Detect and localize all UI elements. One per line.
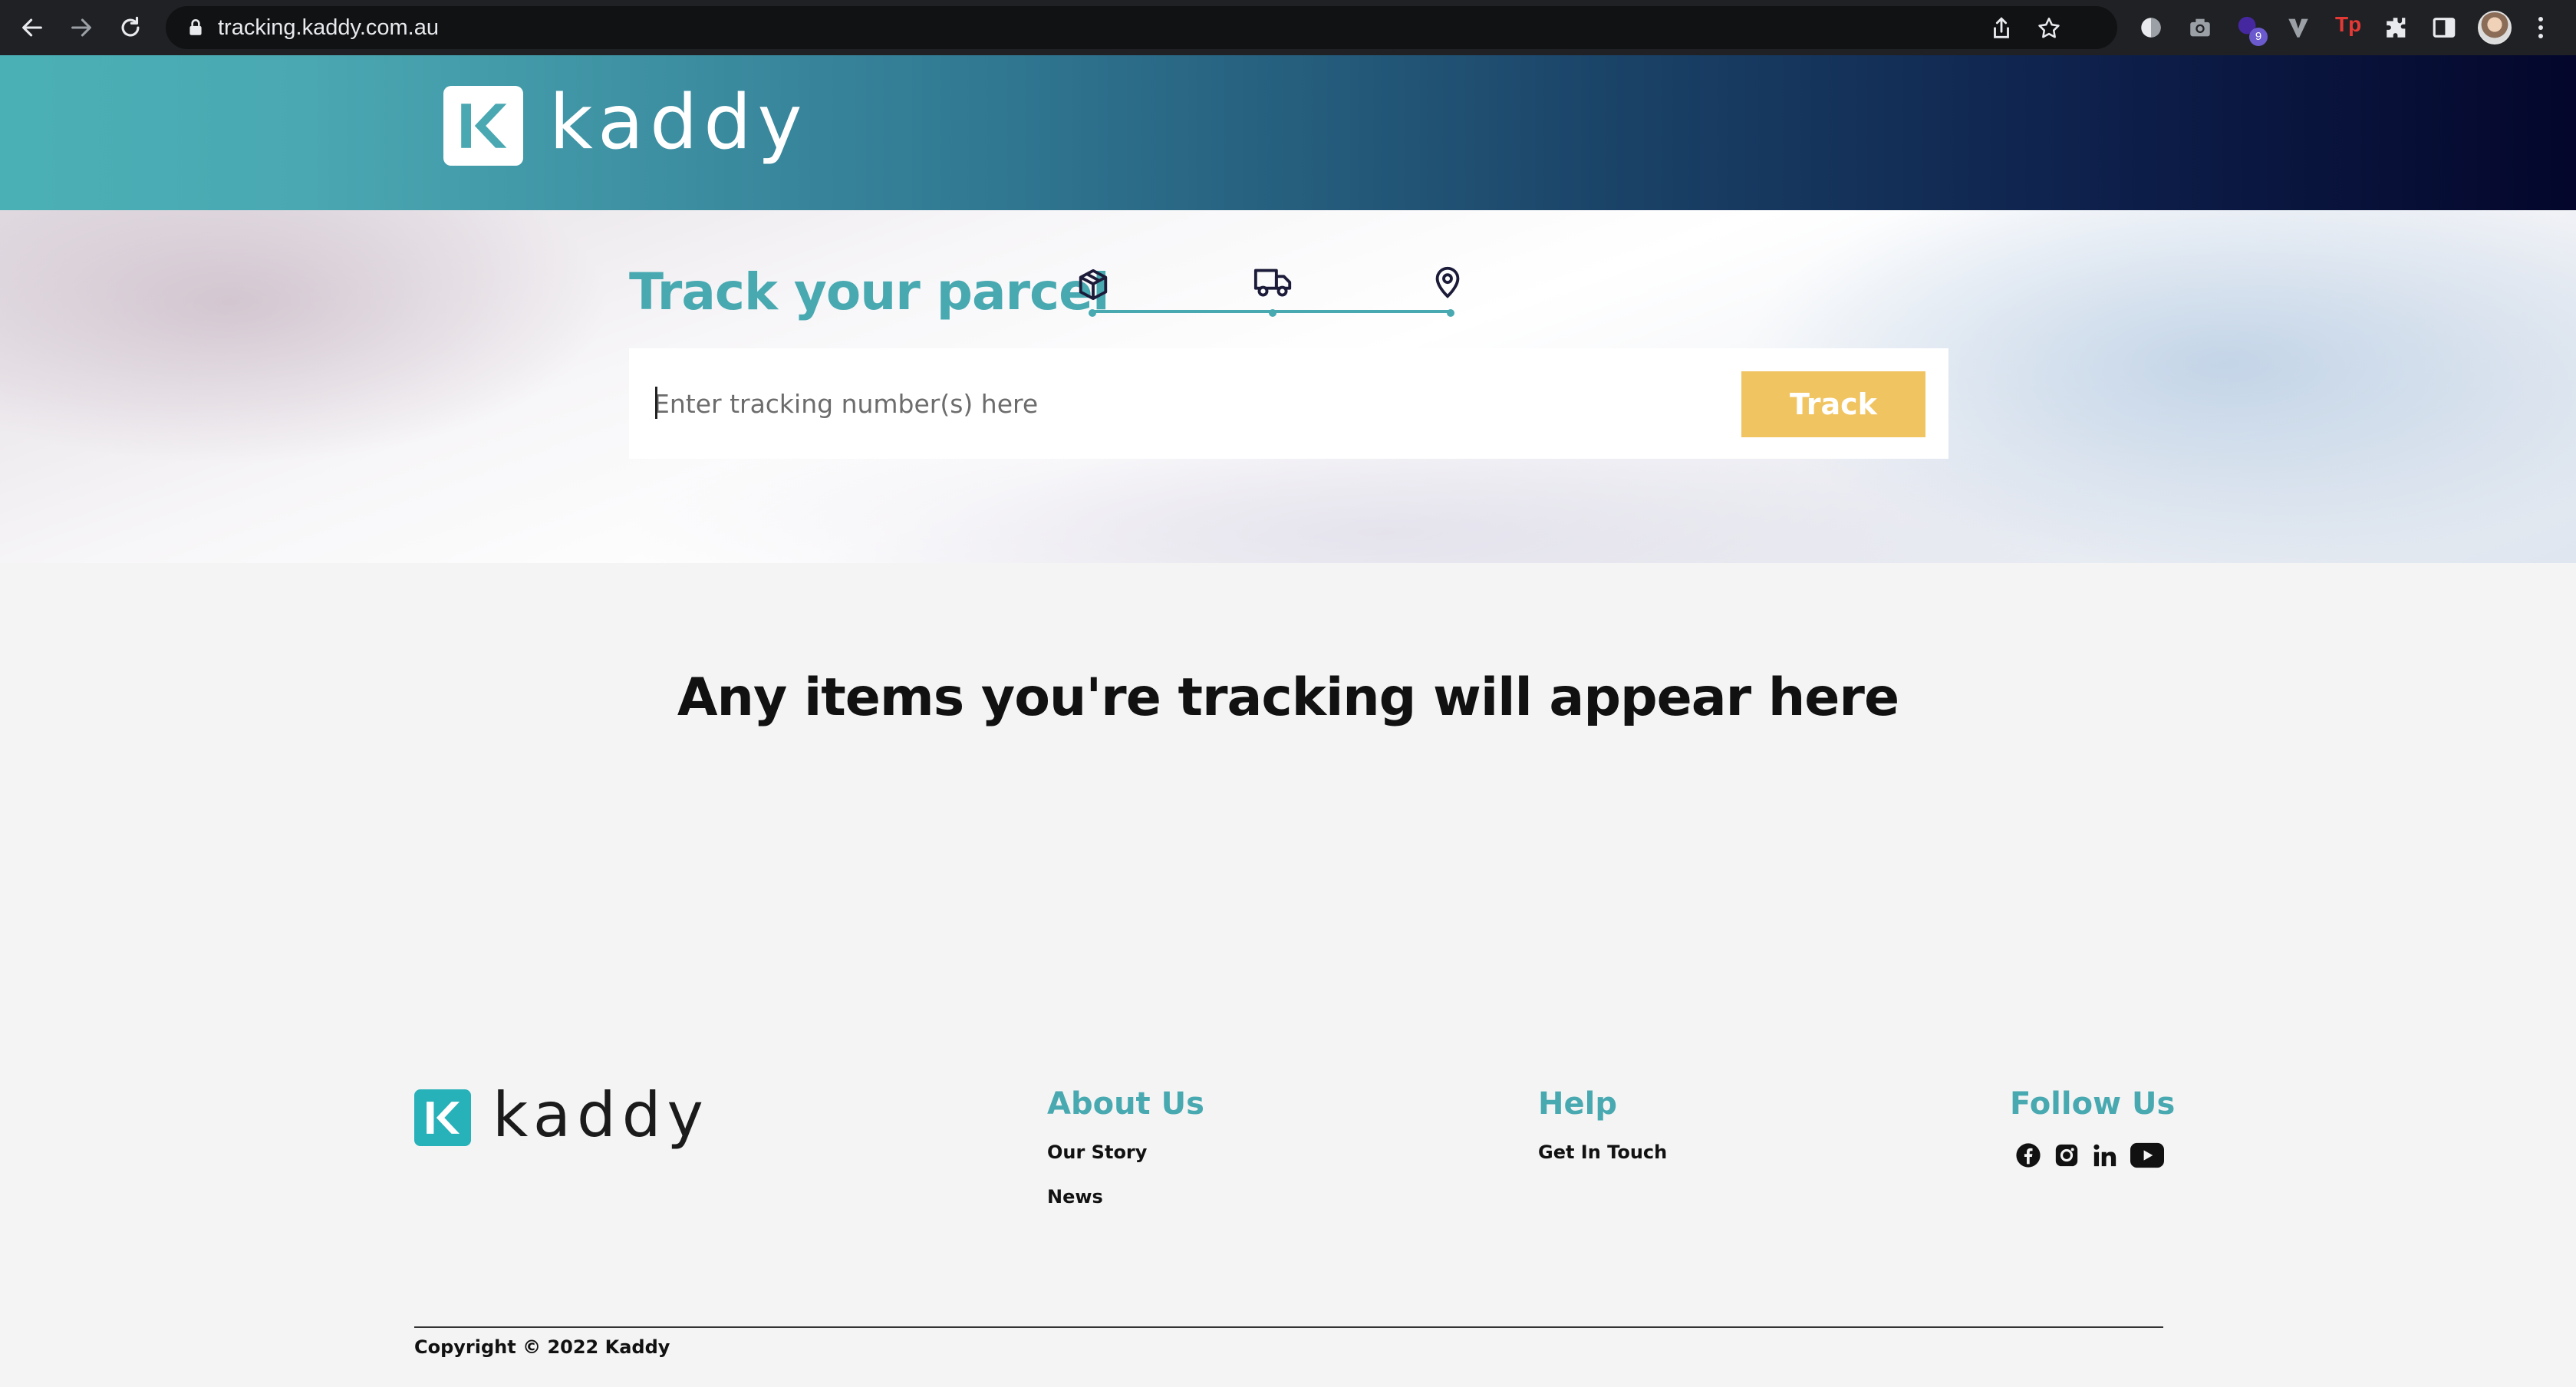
linkedin-icon[interactable]	[2091, 1142, 2119, 1169]
footer-help-heading: Help	[1538, 1086, 1617, 1122]
lock-icon[interactable]	[186, 18, 206, 38]
extension-tp-icon[interactable]: Tp	[2335, 12, 2361, 37]
copyright-text: Copyright © 2022 Kaddy	[414, 1336, 670, 1358]
progress-dot	[1447, 309, 1454, 317]
browser-menu-button[interactable]	[2532, 11, 2550, 44]
camera-icon[interactable]	[2186, 14, 2214, 41]
location-pin-icon	[1430, 264, 1465, 299]
footer-brand-text: kaddy	[492, 1079, 710, 1151]
footer-about-heading: About Us	[1047, 1086, 1204, 1122]
browser-toolbar: tracking.kaddy.com.au 9 Tp	[0, 0, 2576, 55]
social-links	[2014, 1142, 2175, 1169]
empty-tracking-message: Any items you're tracking will appear he…	[677, 667, 1899, 728]
footer-logo[interactable]: kaddy	[414, 1085, 710, 1146]
kaddy-logo-mark-icon	[443, 86, 523, 166]
text-caret	[655, 387, 657, 419]
package-icon	[1076, 267, 1111, 302]
back-arrow-icon	[22, 18, 42, 37]
tracking-number-input[interactable]	[654, 374, 1574, 433]
youtube-icon[interactable]	[2130, 1142, 2165, 1169]
footer-follow-column: Follow Us	[2010, 1086, 2175, 1169]
site-header: kaddy	[0, 55, 2576, 210]
share-icon[interactable]	[1988, 15, 2014, 41]
progress-dot	[1269, 309, 1276, 317]
hero-title: Track your parcel	[629, 262, 1110, 321]
url-text[interactable]: tracking.kaddy.com.au	[218, 14, 439, 41]
bookmark-star-icon[interactable]	[2036, 15, 2062, 41]
forward-button[interactable]	[66, 12, 97, 43]
side-panel-icon[interactable]	[2430, 14, 2458, 41]
back-button[interactable]	[17, 12, 48, 43]
footer-link-news[interactable]: News	[1047, 1186, 1204, 1207]
tracking-hero: Track your parcel Track	[0, 210, 2576, 563]
address-bar[interactable]: tracking.kaddy.com.au	[166, 6, 2117, 49]
reload-icon	[121, 16, 140, 37]
extension-circle-icon[interactable]	[2137, 14, 2165, 41]
reload-button[interactable]	[115, 12, 146, 43]
extension-badge: 9	[2249, 28, 2268, 46]
header-logo[interactable]: kaddy	[443, 79, 809, 166]
footer-link-get-in-touch[interactable]: Get In Touch	[1538, 1142, 1667, 1163]
footer-follow-heading: Follow Us	[2010, 1086, 2176, 1122]
tracking-search-box: Track	[629, 348, 1948, 459]
footer-help-column: Help Get In Touch	[1538, 1086, 1667, 1186]
footer-link-our-story[interactable]: Our Story	[1047, 1142, 1204, 1163]
facebook-icon[interactable]	[2014, 1142, 2042, 1169]
progress-dot	[1089, 309, 1096, 317]
forward-arrow-icon	[71, 18, 91, 37]
header-brand-text: kaddy	[549, 79, 809, 166]
footer-about-column: About Us Our Story News	[1047, 1086, 1204, 1231]
track-button[interactable]: Track	[1741, 371, 1925, 437]
vimium-v-icon[interactable]	[2284, 14, 2312, 41]
extensions-puzzle-icon[interactable]	[2383, 14, 2410, 41]
kaddy-logo-mark-icon	[414, 1089, 471, 1146]
footer-divider	[414, 1326, 2163, 1328]
profile-avatar[interactable]	[2478, 11, 2512, 44]
truck-icon	[1253, 264, 1294, 302]
instagram-icon[interactable]	[2053, 1142, 2080, 1169]
